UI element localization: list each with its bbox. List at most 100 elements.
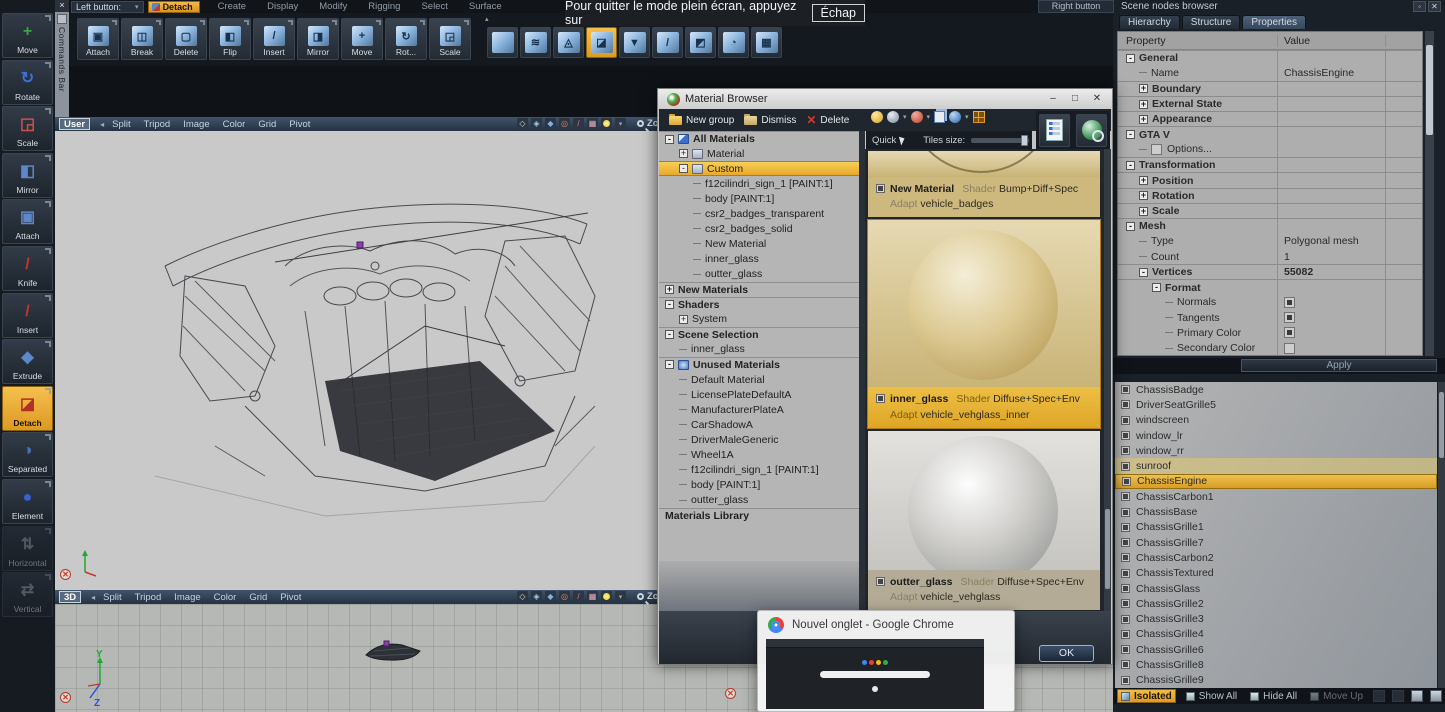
objects-mode-icon[interactable]: ◎: [559, 591, 570, 602]
dismiss-button[interactable]: Dismiss: [744, 115, 796, 126]
viewport-menu-image[interactable]: Image: [174, 592, 200, 603]
submesh-knife-button[interactable]: /: [652, 27, 683, 58]
material-checkbox[interactable]: [876, 394, 885, 403]
copy-pages-icon[interactable]: [934, 111, 945, 123]
export-icon[interactable]: [1411, 690, 1423, 702]
value-checkbox[interactable]: [1284, 343, 1295, 354]
uv-grid-icon[interactable]: ▦: [587, 591, 598, 602]
dock-icon[interactable]: [57, 14, 67, 24]
tiles-size-slider[interactable]: [971, 138, 1029, 143]
chrome-thumbnail[interactable]: [766, 639, 984, 709]
ribbon-break[interactable]: ◫Break: [121, 18, 163, 60]
tab-structure[interactable]: Structure: [1182, 15, 1241, 29]
tool-vertical[interactable]: ⇄Vertical: [2, 572, 53, 617]
submesh-split-button[interactable]: ◬: [553, 27, 584, 58]
tool-move[interactable]: +Move: [2, 13, 53, 58]
node-chassisgrille4[interactable]: ChassisGrille4: [1115, 627, 1437, 642]
node-sunroof[interactable]: sunroof: [1115, 458, 1437, 473]
visibility-checkbox[interactable]: [1121, 523, 1130, 532]
node-chassiscarbon2[interactable]: ChassisCarbon2: [1115, 550, 1437, 565]
tree-item-material[interactable]: +Material: [659, 146, 859, 161]
collapse-icon[interactable]: -: [1152, 283, 1161, 292]
node-window-lr[interactable]: window_lr: [1115, 428, 1437, 443]
collapse-icon[interactable]: -: [665, 330, 674, 339]
visibility-checkbox[interactable]: [1121, 538, 1130, 547]
visibility-checkbox[interactable]: [1121, 584, 1130, 593]
visibility-checkbox[interactable]: [1121, 446, 1130, 455]
node-chassisgrille1[interactable]: ChassisGrille1: [1115, 520, 1437, 535]
sphere-yellow-icon[interactable]: [871, 111, 883, 123]
viewport-menu-color[interactable]: Color: [223, 119, 246, 130]
knife-tool-icon[interactable]: /: [573, 591, 584, 602]
chevron-down-icon[interactable]: ▾: [965, 113, 969, 121]
menu-surface[interactable]: Surface: [469, 1, 502, 12]
tree-item-csr2-badges-solid[interactable]: csr2_badges_solid: [659, 221, 859, 236]
polygons-mode-icon[interactable]: ◆: [545, 591, 556, 602]
tree-item-unused-materials[interactable]: -Unused Materials: [659, 357, 859, 372]
grid-scrollbar[interactable]: [1425, 31, 1434, 356]
close-icon[interactable]: ×: [55, 0, 69, 12]
chevron-down-icon[interactable]: ▾: [615, 118, 626, 129]
node-chassiscarbon1[interactable]: ChassisCarbon1: [1115, 489, 1437, 504]
chevron-down-icon[interactable]: ▾: [903, 113, 907, 121]
tree-item-body-paint-1[interactable]: body [PAINT:1]: [659, 477, 859, 492]
property-row-primary-color[interactable]: Primary Color: [1118, 325, 1422, 340]
ribbon-move[interactable]: +Move: [341, 18, 383, 60]
property-row-mesh[interactable]: -Mesh: [1118, 218, 1422, 233]
show-all-button[interactable]: Show All: [1183, 689, 1240, 703]
collapse-icon[interactable]: -: [665, 360, 674, 369]
visibility-checkbox[interactable]: [1121, 492, 1130, 501]
tree-item-new-materials[interactable]: +New Materials: [659, 282, 859, 297]
visibility-checkbox[interactable]: [1121, 416, 1130, 425]
tree-item-scene-selection[interactable]: -Scene Selection: [659, 327, 859, 342]
edges-mode-icon[interactable]: ◈: [531, 591, 542, 602]
visibility-checkbox[interactable]: [1121, 569, 1130, 578]
tree-item-body-paint-1[interactable]: body [PAINT:1]: [659, 191, 859, 206]
chevron-down-icon[interactable]: ▾: [615, 591, 626, 602]
visibility-checkbox[interactable]: [1121, 400, 1130, 409]
apply-button[interactable]: Apply: [1241, 359, 1437, 372]
tree-item-outter-glass[interactable]: outter_glass: [659, 493, 859, 508]
visibility-checkbox[interactable]: [1121, 630, 1130, 639]
lightbulb-icon[interactable]: [601, 118, 612, 129]
collapse-icon[interactable]: -: [1126, 222, 1135, 231]
tree-item-csr2-badges-transparent[interactable]: csr2_badges_transparent: [659, 206, 859, 221]
tree-item-shaders[interactable]: -Shaders: [659, 297, 859, 312]
value-checkbox[interactable]: [1284, 327, 1295, 338]
import-icon[interactable]: [1430, 690, 1442, 702]
visibility-checkbox[interactable]: [1121, 599, 1130, 608]
viewport-menu-grid[interactable]: Grid: [258, 119, 276, 130]
property-row-format[interactable]: -Format: [1118, 279, 1422, 294]
tree-item-materials-library[interactable]: Materials Library: [659, 508, 859, 523]
visibility-checkbox[interactable]: [1121, 645, 1130, 654]
tool-horizontal[interactable]: ⇅Horizontal: [2, 526, 53, 571]
scrollbar-thumb[interactable]: [1426, 45, 1433, 135]
submesh-weld-button[interactable]: ▦: [751, 27, 782, 58]
submesh-arrow-cube-button[interactable]: ▼: [619, 27, 650, 58]
visibility-checkbox[interactable]: [1121, 431, 1130, 440]
viewport-menu-tripod[interactable]: Tripod: [144, 119, 171, 130]
tool-scale[interactable]: ◲Scale: [2, 106, 53, 151]
list-view-button[interactable]: [1039, 114, 1070, 147]
expand-icon[interactable]: +: [679, 315, 688, 324]
menu-display[interactable]: Display: [267, 1, 298, 12]
property-row-scale[interactable]: +Scale: [1118, 203, 1422, 218]
submesh-cube-button[interactable]: [487, 27, 518, 58]
expand-icon[interactable]: +: [1139, 100, 1148, 109]
menu-rigging[interactable]: Rigging: [368, 1, 400, 12]
node-chassisgrille2[interactable]: ChassisGrille2: [1115, 596, 1437, 611]
tiles-view-icon[interactable]: [973, 111, 985, 123]
tree-item-licenseplatedefaulta[interactable]: LicensePlateDefaultA: [659, 387, 859, 402]
left-button-active-tool[interactable]: Detach: [148, 1, 200, 13]
delete-button[interactable]: ✕ Delete: [806, 113, 849, 127]
ribbon-insert[interactable]: /Insert: [253, 18, 295, 60]
property-row-normals[interactable]: Normals: [1118, 295, 1422, 310]
tool-rotate[interactable]: ↻Rotate: [2, 60, 53, 105]
material-browser-titlebar[interactable]: Material Browser – □ ✕: [658, 89, 1112, 109]
node-windscreen[interactable]: windscreen: [1115, 413, 1437, 428]
property-row-external-state[interactable]: +External State: [1118, 96, 1422, 111]
property-row-general[interactable]: -General: [1118, 50, 1422, 65]
minimize-icon[interactable]: –: [1042, 92, 1064, 107]
property-row-count[interactable]: Count1: [1118, 249, 1422, 264]
expand-icon[interactable]: +: [1139, 191, 1148, 200]
